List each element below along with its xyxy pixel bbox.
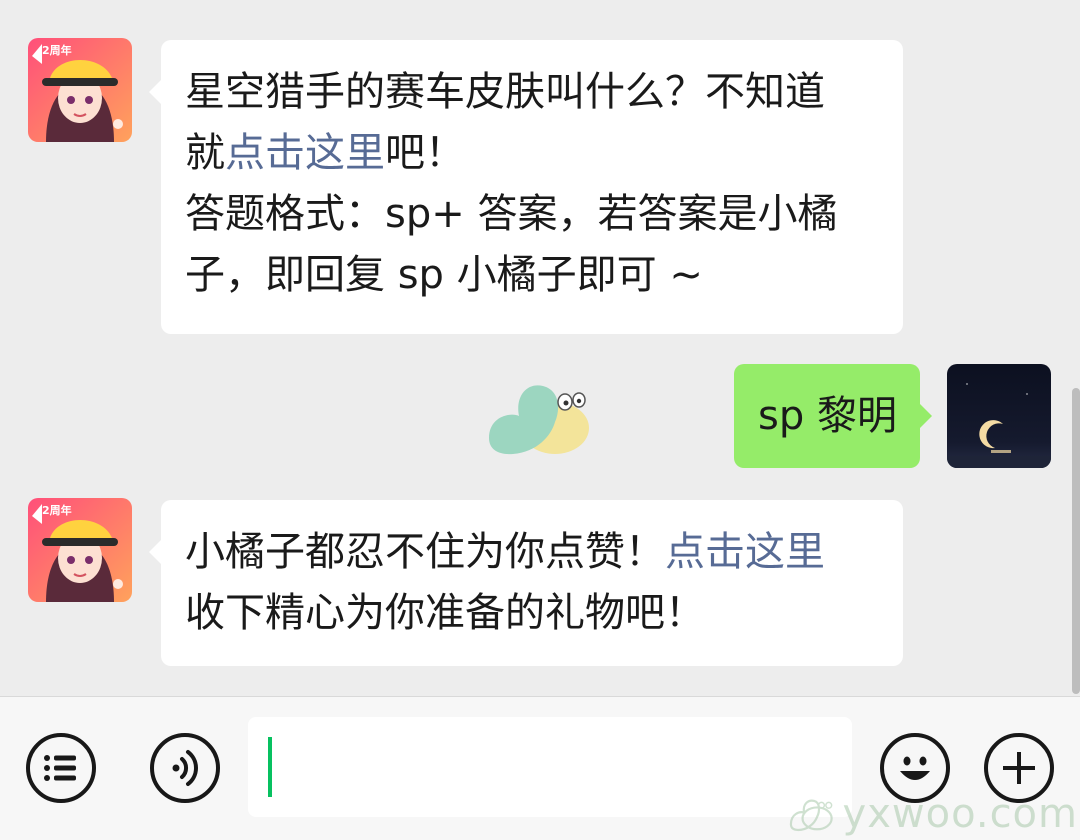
text-caret <box>268 737 272 797</box>
watermark: yxwoo.com <box>788 788 1078 840</box>
user-avatar[interactable] <box>947 364 1051 468</box>
message-text-line: 答题格式：sp+ 答案，若答案是小橘 <box>185 191 838 237</box>
incoming-message-bubble[interactable]: 小橘子都忍不住为你点赞！点击这里 收下精心为你准备的礼物吧！ <box>149 500 903 666</box>
list-menu-icon <box>44 755 76 781</box>
message-text: 就 <box>185 130 225 176</box>
watermark-text: yxwoo.com <box>842 791 1078 837</box>
snail-logo-icon <box>789 799 833 832</box>
message-text: 吧！ <box>385 130 465 176</box>
incoming-message-bubble[interactable]: 星空猎手的赛车皮肤叫什么？不知道 就点击这里吧！ 答题格式：sp+ 答案，若答案… <box>149 40 903 334</box>
message-text-line: 就点击这里吧！ <box>185 123 883 184</box>
moon-night-avatar-icon <box>947 364 1051 468</box>
message-text-line: 星空猎手的赛车皮肤叫什么？不知道 <box>185 69 825 115</box>
message-text: 小橘子都忍不住为你点赞！ <box>185 529 665 575</box>
click-here-link[interactable]: 点击这里 <box>225 130 385 176</box>
game-avatar[interactable]: 2周年 <box>28 498 132 602</box>
click-here-link[interactable]: 点击这里 <box>665 529 825 575</box>
message-text: sp 黎明 <box>758 393 897 439</box>
game-avatar-badge: 2周年 <box>42 44 72 57</box>
message-text-line: 收下精心为你准备的礼物吧！ <box>185 590 705 636</box>
message-text-line: 子，即回复 sp 小橘子即可 ~ <box>185 252 703 298</box>
voice-icon <box>172 750 198 786</box>
message-input[interactable] <box>248 717 852 817</box>
game-avatar[interactable]: 2周年 <box>28 38 132 142</box>
outgoing-message-bubble[interactable]: sp 黎明 <box>734 364 932 468</box>
scrollbar[interactable] <box>1072 388 1080 694</box>
message-text-line: 小橘子都忍不住为你点赞！点击这里 <box>185 522 883 583</box>
game-avatar-badge: 2周年 <box>42 504 72 517</box>
snail-sticker-icon <box>489 385 589 455</box>
voice-button[interactable] <box>150 733 220 803</box>
menu-button[interactable] <box>26 733 96 803</box>
chat-area: 2周年 星空猎手的赛车皮肤叫什么？不知道 就点击这里吧！ 答题格式：sp+ 答案… <box>0 0 1080 696</box>
